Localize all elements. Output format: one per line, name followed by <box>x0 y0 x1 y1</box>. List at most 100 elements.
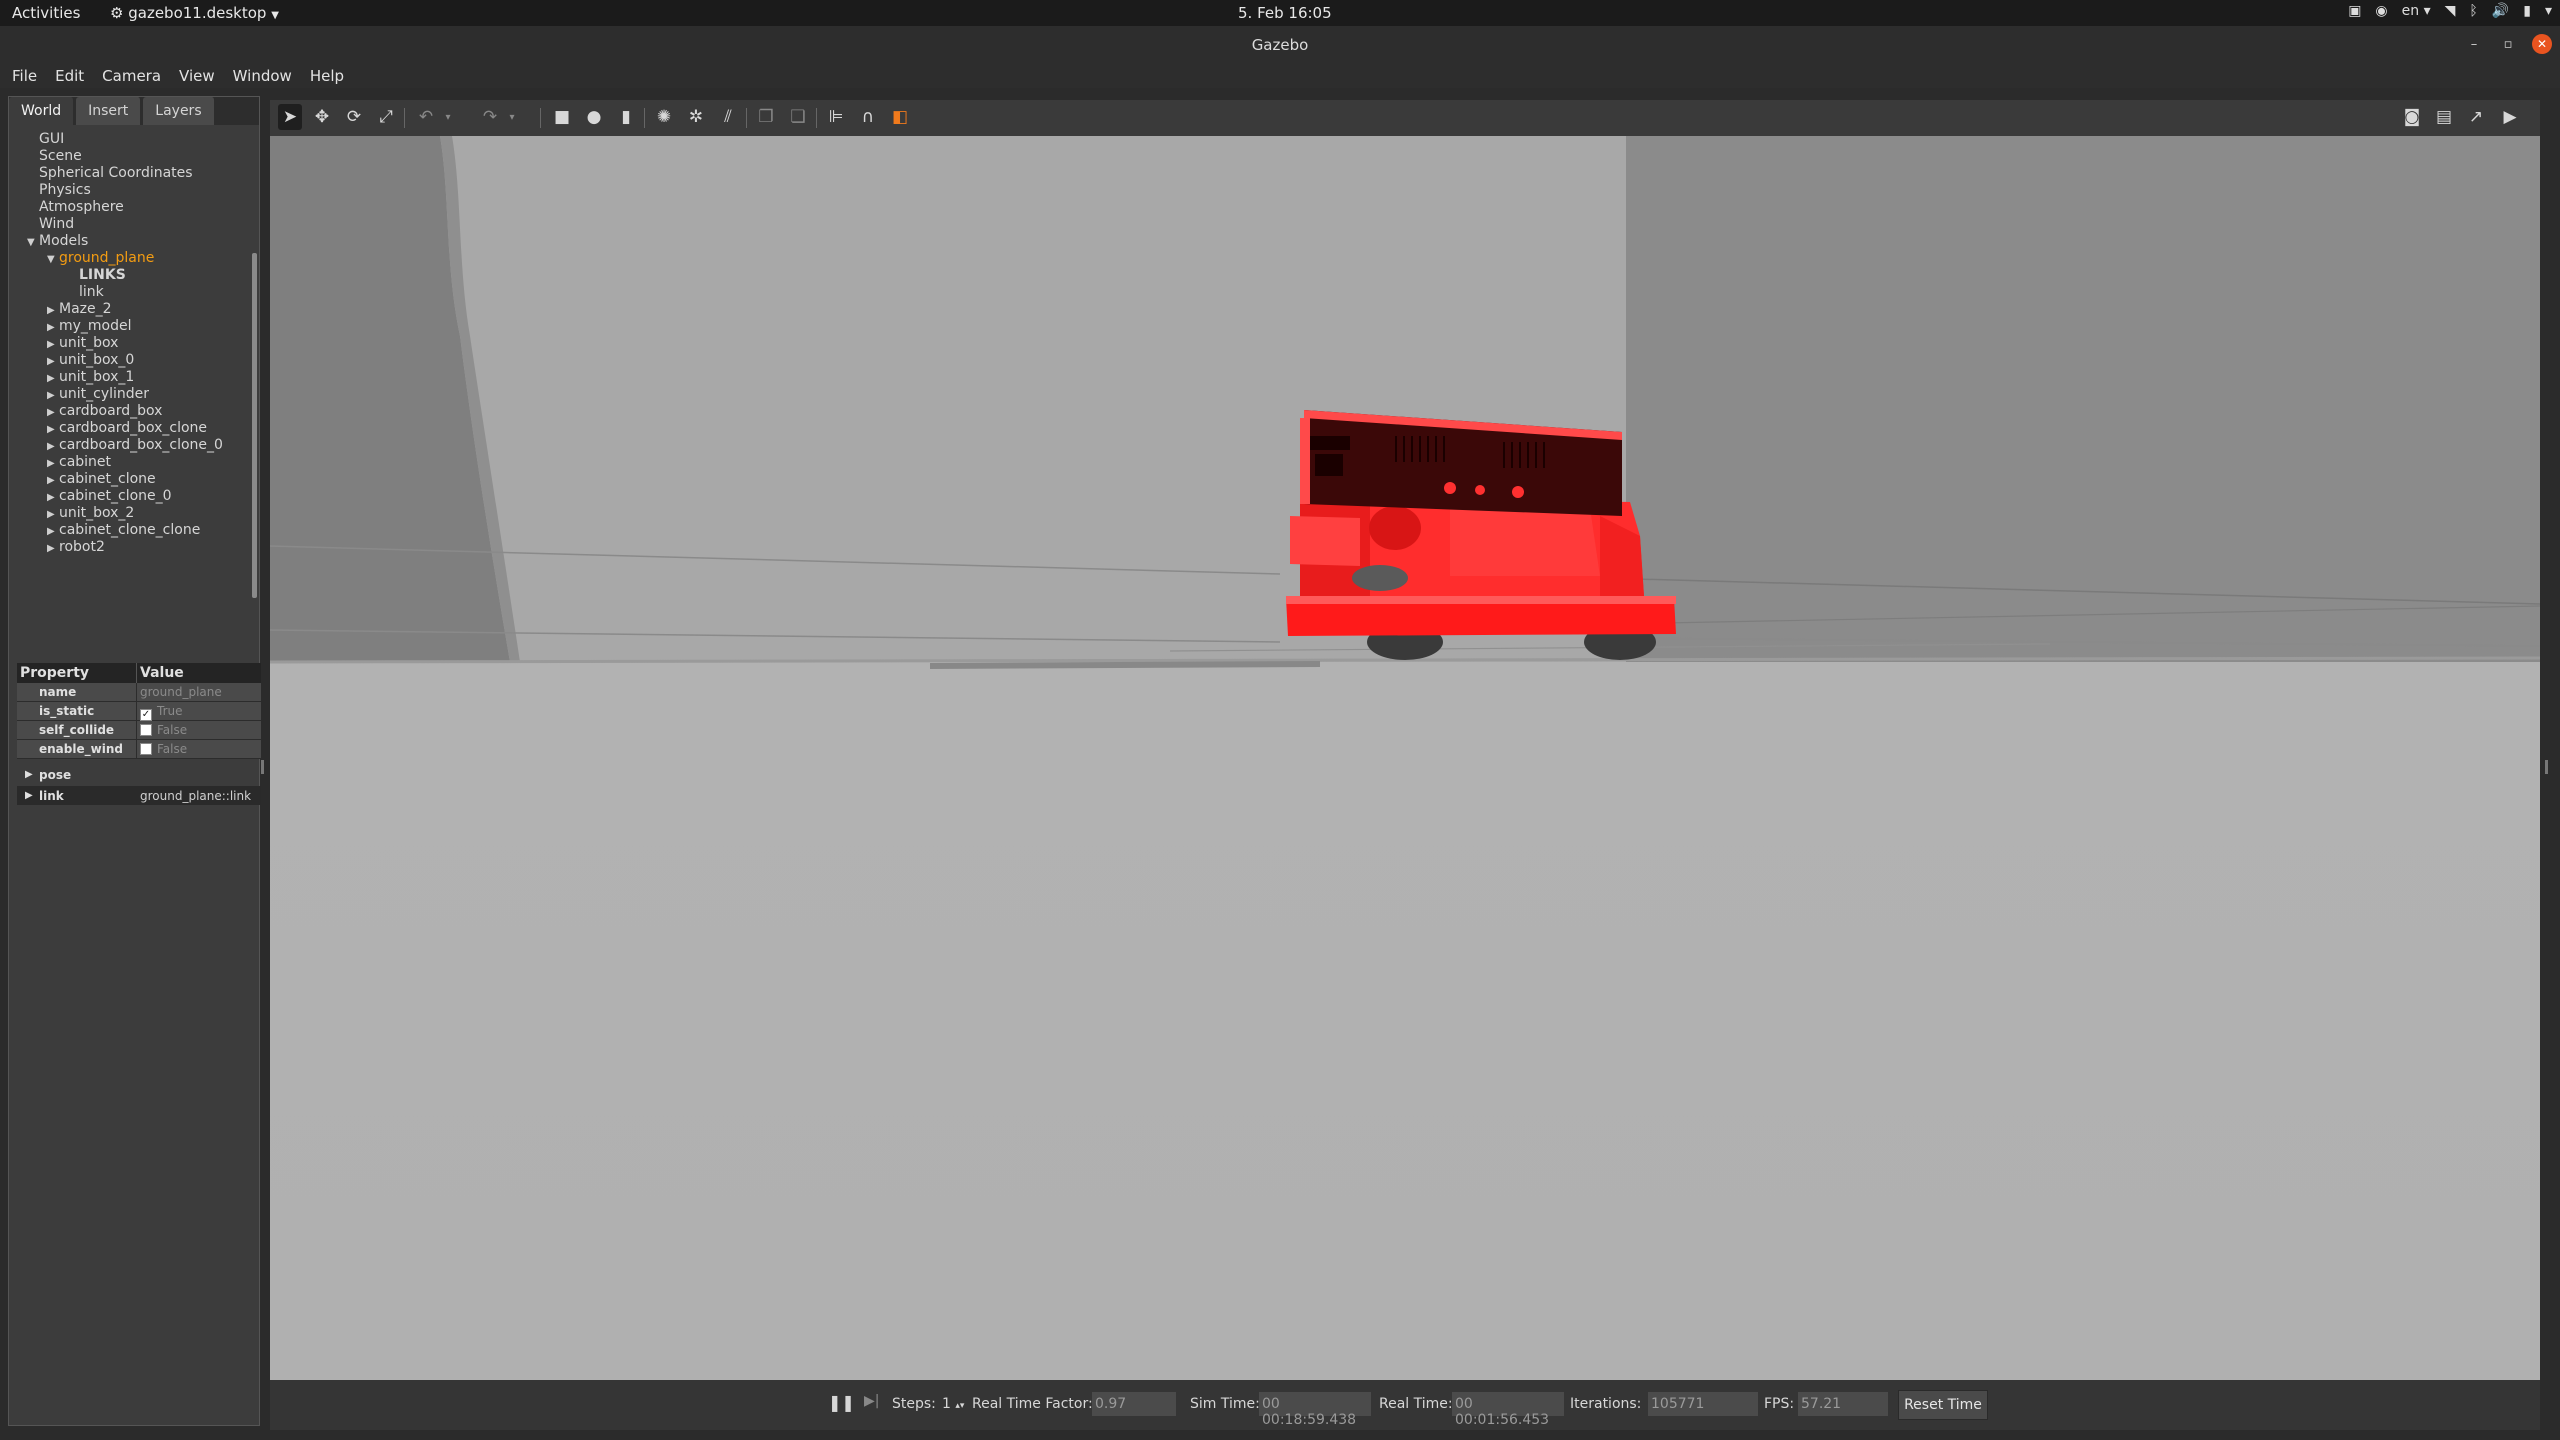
tree-item-model[interactable]: ▶ unit_cylinder <box>9 386 249 403</box>
undo-history-chevron-icon[interactable]: ▾ <box>436 104 460 130</box>
world-tree[interactable]: GUI Scene Spherical Coordinates Physics … <box>9 131 249 661</box>
discord-icon[interactable]: ◉ <box>2375 3 2387 19</box>
expand-arrow-icon[interactable]: ▶ <box>25 766 33 784</box>
panel-splitter-handle[interactable] <box>261 760 264 774</box>
collapsed-arrow-icon[interactable]: ▶ <box>47 438 59 455</box>
collapsed-arrow-icon[interactable]: ▶ <box>47 489 59 506</box>
box-shape-icon[interactable]: ■ <box>550 104 574 130</box>
clock[interactable]: 5. Feb 16:05 <box>1238 4 1332 22</box>
spot-light-icon[interactable]: ✲ <box>684 104 708 130</box>
collapsed-arrow-icon[interactable]: ▶ <box>47 336 59 353</box>
collapsed-arrow-icon[interactable]: ▶ <box>47 353 59 370</box>
change-view-icon[interactable]: ◧ <box>888 104 912 130</box>
tree-item-scene[interactable]: Scene <box>9 148 249 165</box>
menu-view[interactable]: View <box>179 64 225 88</box>
collapsed-arrow-icon[interactable]: ▶ <box>47 523 59 540</box>
collapsed-arrow-icon[interactable]: ▶ <box>47 302 59 319</box>
tree-item-model[interactable]: ▶ Maze_2 <box>9 301 249 318</box>
expanded-arrow-icon[interactable]: ▼ <box>27 234 39 251</box>
video-record-icon[interactable]: ▶ <box>2498 104 2522 130</box>
tree-item-models[interactable]: ▼ Models <box>9 233 249 250</box>
snap-icon[interactable]: ∩ <box>856 104 880 130</box>
point-light-icon[interactable]: ✺ <box>652 104 676 130</box>
property-row-pose[interactable]: ▶ pose <box>17 765 261 784</box>
menu-edit[interactable]: Edit <box>55 64 94 88</box>
tree-item-spherical-coordinates[interactable]: Spherical Coordinates <box>9 165 249 182</box>
undo-icon[interactable]: ↶ <box>414 104 438 130</box>
maximize-icon[interactable]: ▫ <box>2498 34 2518 54</box>
collapsed-arrow-icon[interactable]: ▶ <box>47 472 59 489</box>
screenshot-icon[interactable]: ◙ <box>2400 104 2424 130</box>
wifi-icon[interactable]: ◥ <box>2445 3 2456 19</box>
activities-button[interactable]: Activities <box>12 4 80 22</box>
tree-item-model[interactable]: ▶ unit_box_2 <box>9 505 249 522</box>
tree-item-model[interactable]: ▶ unit_box_0 <box>9 352 249 369</box>
tree-item-model[interactable]: ▶ my_model <box>9 318 249 335</box>
app-menu[interactable]: ⚙ gazebo11.desktop ▼ <box>110 4 279 22</box>
expand-arrow-icon[interactable]: ▶ <box>25 787 33 805</box>
property-row-link[interactable]: ▶ link ground_plane::link <box>17 786 261 805</box>
menu-camera[interactable]: Camera <box>102 64 171 88</box>
tab-layers[interactable]: Layers <box>143 97 215 125</box>
expanded-arrow-icon[interactable]: ▼ <box>47 251 59 268</box>
cylinder-shape-icon[interactable]: ▮ <box>614 104 638 130</box>
tree-item-wind[interactable]: Wind <box>9 216 249 233</box>
tree-item-model[interactable]: ▶ unit_box_1 <box>9 369 249 386</box>
tree-item-model[interactable]: ▶ cabinet_clone_0 <box>9 488 249 505</box>
collapsed-arrow-icon[interactable]: ▶ <box>47 319 59 336</box>
log-data-icon[interactable]: ▤ <box>2432 104 2456 130</box>
translate-mode-icon[interactable]: ✥ <box>310 104 334 130</box>
tab-insert[interactable]: Insert <box>76 97 142 125</box>
rotate-mode-icon[interactable]: ⟳ <box>342 104 366 130</box>
copy-icon[interactable]: ❐ <box>754 104 778 130</box>
menu-help[interactable]: Help <box>310 64 354 88</box>
scene-viewport[interactable] <box>270 136 2540 1380</box>
pause-icon[interactable]: ❚❚ <box>828 1393 855 1412</box>
tree-item-model[interactable]: ▶ unit_box <box>9 335 249 352</box>
tree-item-model[interactable]: ▶ cardboard_box_clone_0 <box>9 437 249 454</box>
right-panel-handle[interactable] <box>2545 760 2548 774</box>
directional-light-icon[interactable]: ⫽ <box>716 104 740 130</box>
collapsed-arrow-icon[interactable]: ▶ <box>47 506 59 523</box>
tree-scrollbar[interactable] <box>252 253 257 598</box>
volume-icon[interactable]: 🔊 <box>2492 3 2509 19</box>
collapsed-arrow-icon[interactable]: ▶ <box>47 404 59 421</box>
plot-icon[interactable]: ↗ <box>2464 104 2488 130</box>
screen-icon[interactable]: ▣ <box>2348 3 2361 19</box>
select-mode-icon[interactable]: ➤ <box>278 104 302 130</box>
redo-icon[interactable]: ↷ <box>478 104 502 130</box>
system-menu-chevron-icon[interactable]: ▾ <box>2545 3 2552 19</box>
tree-item-model[interactable]: ▶ cardboard_box_clone <box>9 420 249 437</box>
redo-history-chevron-icon[interactable]: ▾ <box>500 104 524 130</box>
steps-spinbox[interactable]: 1 ▴▾ <box>942 1396 964 1412</box>
collapsed-arrow-icon[interactable]: ▶ <box>47 421 59 438</box>
menu-window[interactable]: Window <box>233 64 302 88</box>
tab-world[interactable]: World <box>9 97 75 125</box>
tree-item-model[interactable]: ▶ cardboard_box <box>9 403 249 420</box>
tree-item-ground-plane[interactable]: ▼ ground_plane <box>9 250 249 267</box>
tree-item-model[interactable]: ▶ cabinet_clone <box>9 471 249 488</box>
collapsed-arrow-icon[interactable]: ▶ <box>47 455 59 472</box>
sphere-shape-icon[interactable]: ● <box>582 104 606 130</box>
tree-item-gui[interactable]: GUI <box>9 131 249 148</box>
tree-item-model[interactable]: ▶ robot2 <box>9 539 249 556</box>
bluetooth-icon[interactable]: ᛒ <box>2469 3 2477 19</box>
reset-time-button[interactable]: Reset Time <box>1898 1390 1988 1420</box>
is-static-checkbox[interactable]: ✓ <box>140 709 152 721</box>
minimize-icon[interactable]: – <box>2464 34 2484 54</box>
battery-icon[interactable]: ▮ <box>2523 3 2531 19</box>
collapsed-arrow-icon[interactable]: ▶ <box>47 540 59 557</box>
enable-wind-checkbox[interactable] <box>140 743 152 755</box>
tree-item-physics[interactable]: Physics <box>9 182 249 199</box>
tree-item-model[interactable]: ▶ cabinet <box>9 454 249 471</box>
collapsed-arrow-icon[interactable]: ▶ <box>47 387 59 404</box>
menu-file[interactable]: File <box>12 64 47 88</box>
tree-item-model[interactable]: ▶ cabinet_clone_clone <box>9 522 249 539</box>
step-icon[interactable]: ▶| <box>864 1393 879 1409</box>
self-collide-checkbox[interactable] <box>140 724 152 736</box>
align-icon[interactable]: ⊫ <box>824 104 848 130</box>
tree-item-link[interactable]: link <box>9 284 249 301</box>
tree-item-atmosphere[interactable]: Atmosphere <box>9 199 249 216</box>
close-icon[interactable]: ✕ <box>2532 34 2552 54</box>
language-indicator[interactable]: en ▾ <box>2402 3 2431 19</box>
